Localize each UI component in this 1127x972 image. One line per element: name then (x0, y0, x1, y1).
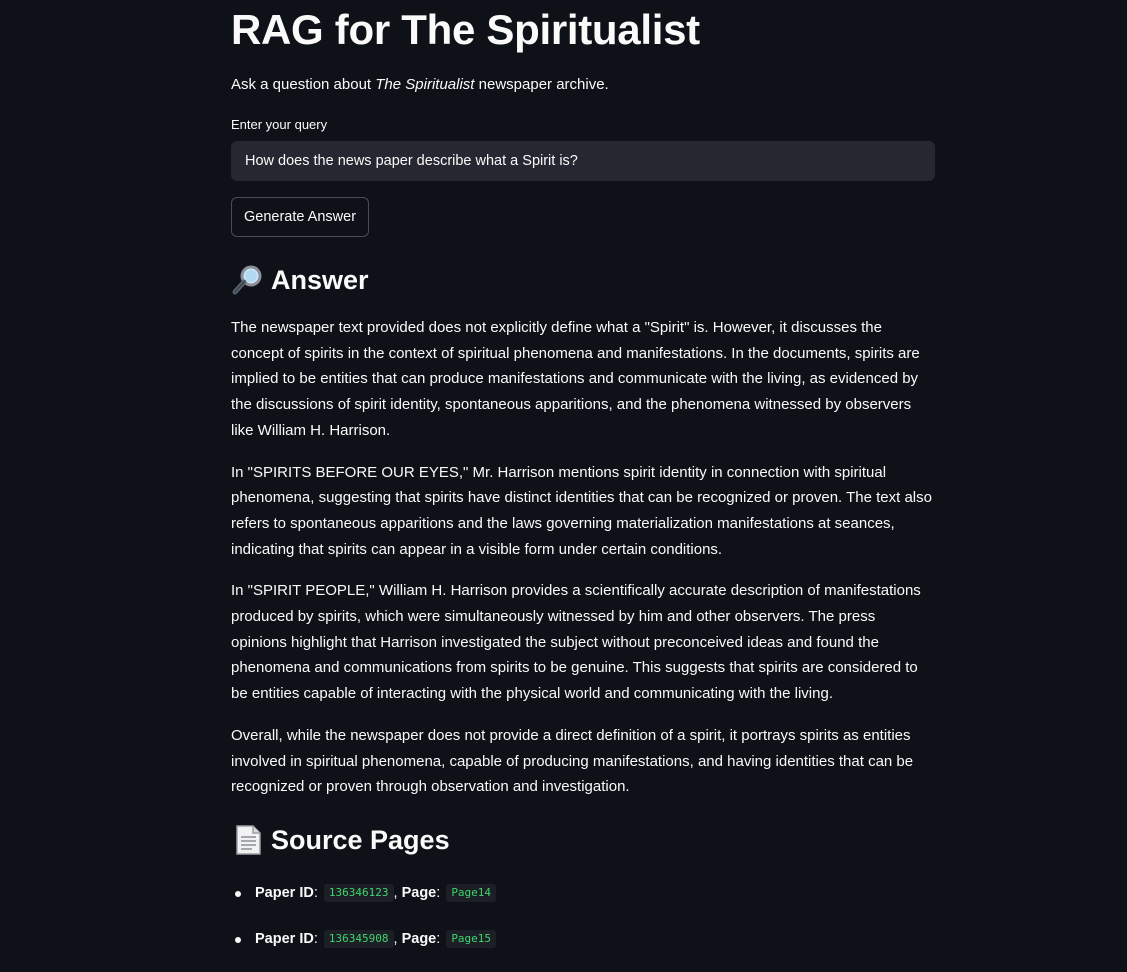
paper-id-value: 136345908 (323, 930, 394, 949)
query-label: Enter your query (231, 117, 328, 132)
page-title: RAG for The Spiritualist (231, 6, 700, 53)
bullet-icon (235, 937, 241, 943)
paper-id-label: Paper ID (255, 885, 314, 901)
intro-publication-name: The Spiritualist (375, 76, 475, 93)
page-value: Page15 (446, 930, 497, 949)
page-value: Page14 (446, 884, 497, 903)
list-item: Paper ID: 136345908, Page: Page15 (231, 926, 497, 952)
source-pages-heading: Source Pages (231, 824, 450, 856)
page-document-icon (231, 824, 265, 856)
list-item: Paper ID: 136346123, Page: Page14 (231, 880, 497, 906)
page-label: Page (401, 885, 437, 901)
source-pages-heading-label: Source Pages (271, 824, 450, 855)
intro-text: Ask a question about The Spiritualist ne… (231, 75, 609, 95)
generate-answer-button[interactable]: Generate Answer (231, 197, 370, 237)
page-label: Page (401, 931, 437, 947)
magnifying-glass-icon (231, 264, 265, 296)
paper-id-label: Paper ID (255, 931, 314, 947)
query-input[interactable] (231, 141, 935, 181)
answer-heading-label: Answer (271, 264, 369, 295)
answer-heading: Answer (231, 264, 369, 296)
intro-prefix: Ask a question about (231, 76, 376, 93)
answer-paragraph: The newspaper text provided does not exp… (231, 319, 920, 439)
answer-body: The newspaper text provided does not exp… (231, 315, 935, 816)
answer-paragraph: Overall, while the newspaper does not pr… (231, 726, 914, 796)
source-list: Paper ID: 136346123, Page: Page14 Paper … (231, 880, 497, 972)
answer-paragraph: In "SPIRIT PEOPLE," William H. Harrison … (231, 582, 921, 703)
paper-id-value: 136346123 (323, 884, 394, 903)
answer-paragraph: In "SPIRITS BEFORE OUR EYES," Mr. Harris… (231, 463, 932, 558)
bullet-icon (235, 891, 241, 897)
intro-suffix: newspaper archive. (474, 76, 609, 93)
